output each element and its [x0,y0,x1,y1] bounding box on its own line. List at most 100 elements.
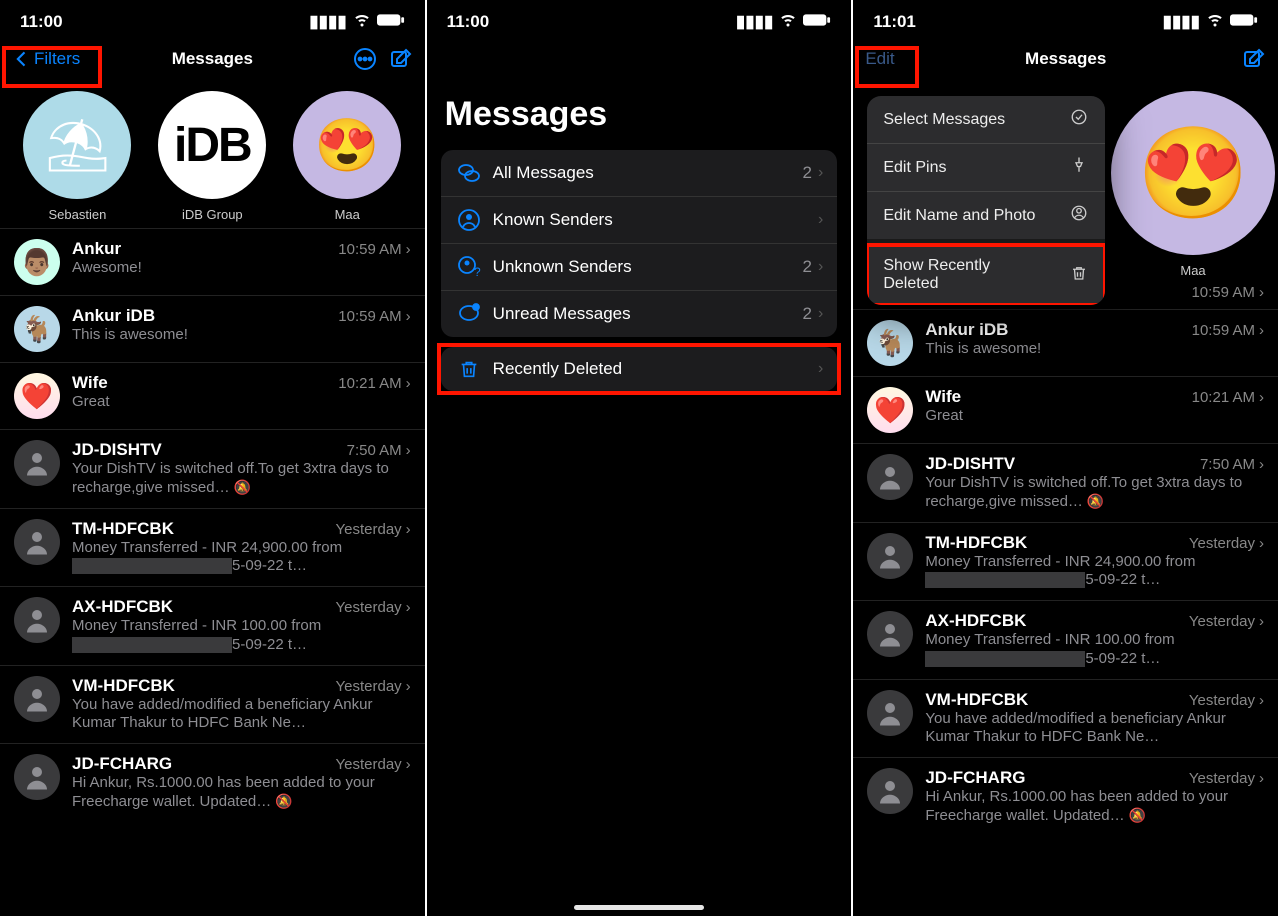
avatar [867,533,913,579]
menu-edit-pins[interactable]: Edit Pins [867,143,1105,191]
edit-label: Edit [865,49,894,69]
chevron-right-icon: › [406,521,411,538]
chat-item[interactable]: JD-DISHTV7:50 AM › Your DishTV is switch… [853,443,1278,522]
chat-item[interactable]: 🐐 Ankur iDB10:59 AM › This is awesome! [0,295,425,362]
person-circle-icon [455,208,483,232]
phone-right: 11:01 ▮▮▮▮ Edit Messages Select Messages… [853,0,1280,916]
signal-icon: ▮▮▮▮ [1163,12,1200,32]
status-bar: 11:00 ▮▮▮▮ [0,0,425,37]
chat-item[interactable]: JD-FCHARGYesterday › Hi Ankur, Rs.1000.0… [853,757,1278,836]
checkmark-circle-icon [1069,108,1089,131]
pin-idb-group[interactable]: iDB iDB Group [152,91,272,222]
chat-item[interactable]: JD-DISHTV7:50 AM › Your DishTV is switch… [0,429,425,508]
avatar: 😍 [1111,91,1275,255]
person-question-icon: ? [455,255,483,279]
status-icons: ▮▮▮▮ [736,10,831,33]
recently-deleted-group: Recently Deleted › [441,347,838,391]
clock: 11:00 [20,12,63,32]
battery-icon [377,12,405,32]
chevron-right-icon: › [1259,613,1264,630]
chat-item[interactable]: TM-HDFCBKYesterday › Money Transferred -… [853,522,1278,601]
person-circle-icon [1069,204,1089,227]
chevron-right-icon: › [406,756,411,773]
menu-edit-name-photo[interactable]: Edit Name and Photo [867,191,1105,239]
svg-text:?: ? [474,265,481,279]
chevron-right-icon: › [818,258,823,276]
avatar [14,597,60,643]
wifi-icon [779,10,797,33]
clock: 11:00 [447,12,490,32]
chevron-right-icon: › [406,678,411,695]
status-icons: ▮▮▮▮ [1163,10,1258,33]
menu-select-messages[interactable]: Select Messages [867,96,1105,143]
phone-left: 11:00 ▮▮▮▮ Filters Messages [0,0,427,916]
avatar: ⛱ [23,91,131,199]
avatar [14,440,60,486]
chat-item[interactable]: VM-HDFCBKYesterday › You have added/modi… [0,665,425,744]
phone-middle: 11:00 ▮▮▮▮ Messages All Messages 2 › Kno… [427,0,854,916]
wifi-icon [1206,10,1224,33]
chat-item[interactable]: AX-HDFCBKYesterday › Money Transferred -… [853,600,1278,679]
chat-item[interactable]: VM-HDFCBKYesterday › You have added/modi… [853,679,1278,758]
avatar [14,754,60,800]
avatar [867,690,913,736]
avatar: ❤️ [14,373,60,419]
chat-list[interactable]: 🐐 Ankur iDB10:59 AM › This is awesome! ❤… [853,309,1278,836]
avatar: ❤️ [867,387,913,433]
avatar: 🐐 [14,306,60,352]
chat-badge-icon [455,302,483,326]
mute-icon: 🔕 [275,793,292,809]
chevron-right-icon: › [1259,770,1264,787]
redacted [72,637,232,653]
avatar: 🐐 [867,320,913,366]
trash-icon [1069,264,1089,287]
trash-icon [455,358,483,380]
chat-bubbles-icon [455,161,483,185]
menu-show-recently-deleted[interactable]: Show Recently Deleted [867,239,1105,305]
page-title: Messages [92,49,333,69]
battery-icon [803,12,831,32]
home-indicator[interactable] [574,905,704,910]
chevron-right-icon: › [818,164,823,182]
chevron-right-icon: › [1259,535,1264,552]
mute-icon: 🔕 [1087,493,1104,509]
peek-time: 10:59 AM [1191,284,1254,301]
status-bar: 11:01 ▮▮▮▮ [853,0,1278,37]
chat-item[interactable]: ❤️ Wife10:21 AM › Great [853,376,1278,443]
chat-item[interactable]: JD-FCHARGYesterday › Hi Ankur, Rs.1000.0… [0,743,425,822]
edit-button[interactable]: Edit [865,49,894,69]
chevron-right-icon: › [406,308,411,325]
filter-known-senders[interactable]: Known Senders › [441,196,838,243]
filter-group: All Messages 2 › Known Senders › ? Unkno… [441,150,838,337]
chevron-right-icon: › [1259,692,1264,709]
back-button[interactable]: Filters [12,49,80,69]
chevron-right-icon: › [818,211,823,229]
pin-sebastien[interactable]: ⛱ Sebastien [17,91,137,222]
chat-item[interactable]: AX-HDFCBKYesterday › Money Transferred -… [0,586,425,665]
more-button[interactable] [353,47,377,71]
chat-item[interactable]: 🐐 Ankur iDB10:59 AM › This is awesome! [853,309,1278,376]
back-label: Filters [34,49,80,69]
avatar [867,454,913,500]
battery-icon [1230,12,1258,32]
pin-icon [1069,156,1089,179]
chat-item[interactable]: ❤️ Wife10:21 AM › Great [0,362,425,429]
filter-all-messages[interactable]: All Messages 2 › [441,150,838,196]
chevron-right-icon: › [818,305,823,323]
filter-unread-messages[interactable]: Unread Messages 2 › [441,290,838,337]
signal-icon: ▮▮▮▮ [736,12,773,32]
chat-list[interactable]: 👨🏽 Ankur10:59 AM › Awesome! 🐐 Ankur iDB1… [0,228,425,822]
compose-button[interactable] [1242,47,1266,71]
chevron-right-icon: › [818,360,823,378]
status-icons: ▮▮▮▮ [309,10,404,33]
signal-icon: ▮▮▮▮ [309,12,346,32]
chat-item[interactable]: 👨🏽 Ankur10:59 AM › Awesome! [0,228,425,295]
filter-recently-deleted[interactable]: Recently Deleted › [441,347,838,391]
filter-unknown-senders[interactable]: ? Unknown Senders 2 › [441,243,838,290]
pin-maa[interactable]: 😍 Maa [1128,91,1258,278]
compose-icon [389,47,413,71]
compose-button[interactable] [389,47,413,71]
chat-item[interactable]: TM-HDFCBKYesterday › Money Transferred -… [0,508,425,587]
chevron-right-icon: › [1259,389,1264,406]
pin-maa[interactable]: 😍 Maa [287,91,407,222]
